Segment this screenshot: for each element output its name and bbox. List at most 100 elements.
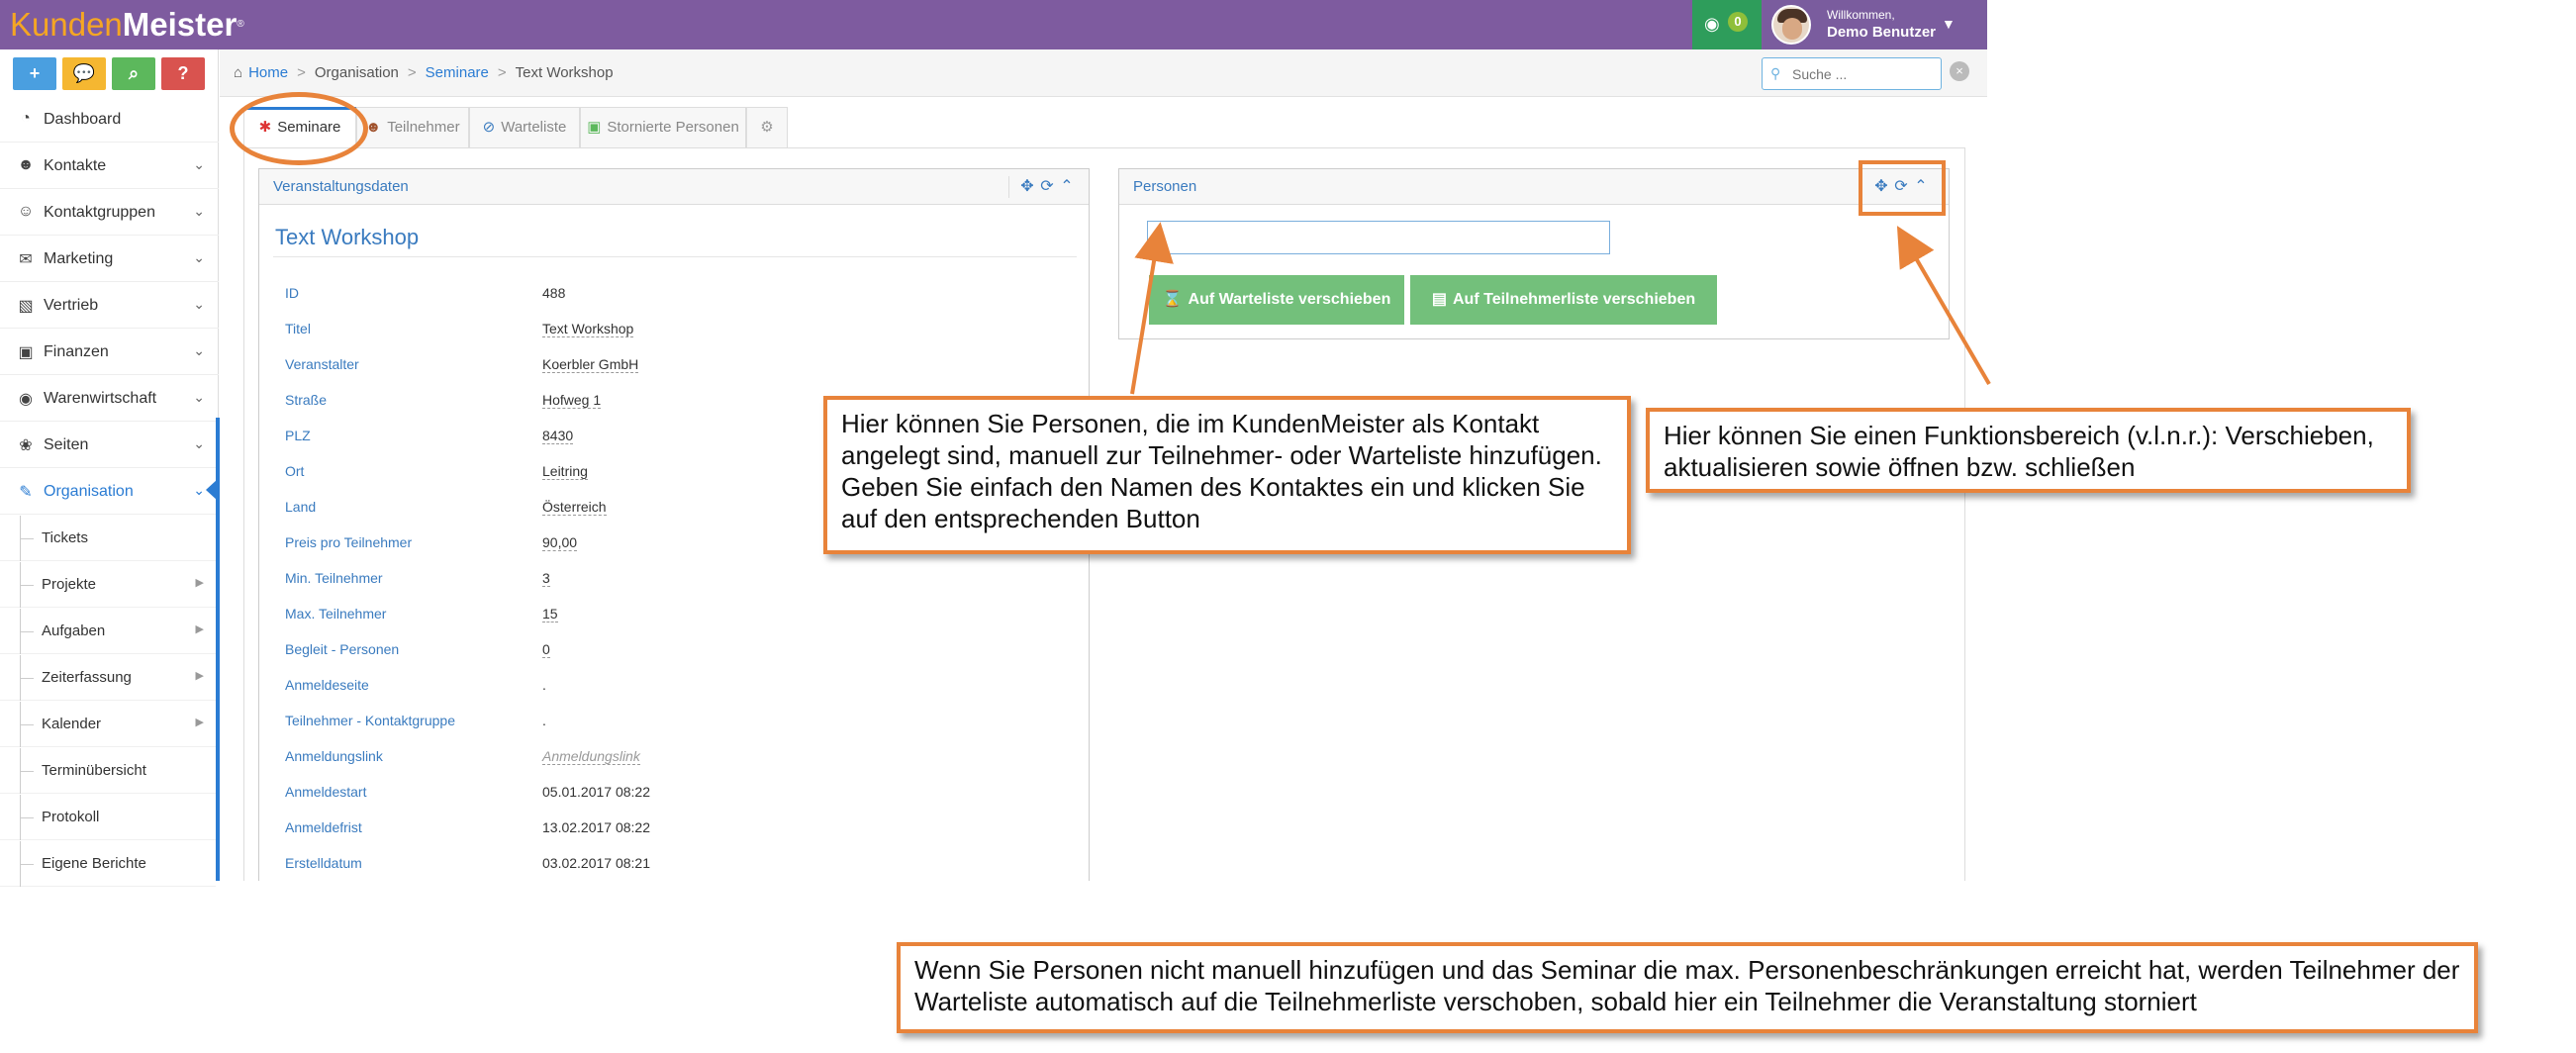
tab-warteliste[interactable]: ⊘ Warteliste: [469, 107, 580, 148]
data-row-min-teilnehmer: Min. Teilnehmer 3: [273, 561, 1081, 597]
avatar: [1771, 5, 1811, 45]
envelope-icon: ✉: [19, 251, 33, 268]
sidebar-item-kontakte[interactable]: ☻ Kontakte ⌄: [0, 144, 219, 189]
sidebar-subitem-label: Aufgaben: [42, 622, 106, 639]
chevron-down-icon: ▼: [1942, 16, 1956, 32]
refresh-icon[interactable]: ⟳: [1037, 176, 1057, 196]
quick-search-button[interactable]: ⌕: [112, 57, 155, 90]
sidebar-item-organisation[interactable]: ✎ Organisation ⌄: [0, 469, 219, 515]
search-input[interactable]: [1790, 63, 1935, 85]
data-row-kontaktgruppe: Teilnehmer - Kontaktgruppe.: [273, 704, 1081, 739]
breadcrumb-separator: >: [297, 64, 306, 81]
sidebar-subitem-tickets[interactable]: Tickets: [0, 516, 216, 561]
gear-icon: ⚙: [760, 119, 774, 136]
breadcrumb-seminare[interactable]: Seminare: [426, 64, 489, 81]
sidebar-subitem-aufgaben[interactable]: Aufgaben ▶: [0, 609, 216, 654]
row-value[interactable]: .: [542, 713, 546, 728]
data-row-anmeldestart: Anmeldestart 05.01.2017 08:22: [273, 775, 1081, 811]
top-bar: KundenMeister® ◉ 0 Willkommen, Demo Benu…: [0, 0, 1987, 49]
sidebar-item-finanzen[interactable]: ▣ Finanzen ⌄: [0, 330, 219, 375]
move-to-participants-button[interactable]: ▤ Auf Teilnehmerliste verschieben: [1410, 275, 1717, 325]
row-label: Veranstalter: [285, 356, 359, 372]
sidebar-item-label: Dashboard: [44, 111, 122, 128]
data-row-anmeldeseite: Anmeldeseite.: [273, 668, 1081, 704]
sidebar-subitem-label: Eigene Berichte: [42, 855, 146, 872]
row-value[interactable]: 3: [542, 570, 550, 587]
logo-text-kunden: Kunden: [10, 6, 123, 43]
widget-header: Personen ✥ ⟳ ⌃: [1119, 169, 1949, 205]
row-label: ID: [285, 285, 299, 301]
sidebar-subitem-label: Zeiterfassung: [42, 669, 132, 686]
sidebar-subitem-label: Tickets: [42, 529, 88, 546]
row-value[interactable]: Leitring: [542, 463, 588, 480]
sidebar: + 💬 ⌕ ? ◔ Dashboard ☻ Kontakte ⌄ ☺ Konta…: [0, 49, 219, 887]
sidebar-active-pointer: [206, 479, 218, 501]
row-value[interactable]: 15: [542, 606, 558, 622]
collapse-icon[interactable]: ⌃: [1057, 176, 1077, 196]
sidebar-item-kontaktgruppen[interactable]: ☺ Kontaktgruppen ⌄: [0, 190, 219, 236]
sidebar-subitem-label: Protokoll: [42, 809, 100, 825]
sidebar-subitem-projekte[interactable]: Projekte ▶: [0, 562, 216, 608]
breadcrumb-home[interactable]: Home: [248, 64, 288, 81]
row-value[interactable]: 8430: [542, 428, 574, 444]
tab-teilnehmer[interactable]: ☻ Teilnehmer: [356, 107, 469, 148]
sidebar-item-label: Kontakte: [44, 157, 107, 174]
messages-button[interactable]: ◉ 0: [1692, 0, 1762, 49]
tab-stornierte-personen[interactable]: ▣ Stornierte Personen: [580, 107, 746, 148]
globe-icon: ◉: [19, 391, 33, 408]
row-value[interactable]: Österreich: [542, 499, 607, 516]
widget-header: Veranstaltungsdaten ✥ ⟳ ⌃: [259, 169, 1089, 205]
user-icon: ☻: [17, 156, 35, 173]
row-value[interactable]: 0: [542, 641, 550, 658]
sidebar-subitem-eigene-berichte[interactable]: Eigene Berichte: [0, 841, 216, 887]
sidebar-subitem-zeiterfassung[interactable]: Zeiterfassung ▶: [0, 655, 216, 701]
row-value[interactable]: Text Workshop: [542, 321, 634, 337]
quick-add-button[interactable]: +: [13, 57, 56, 90]
sidebar-item-vertrieb[interactable]: ▧ Vertrieb ⌄: [0, 283, 219, 329]
data-row-max-teilnehmer: Max. Teilnehmer 15: [273, 597, 1081, 632]
row-value[interactable]: 05.01.2017 08:22: [542, 784, 650, 800]
logo-text-meister: Meister: [122, 6, 238, 43]
tab-settings[interactable]: ⚙: [746, 107, 788, 148]
move-icon[interactable]: ✥: [1017, 176, 1037, 196]
logo-registered-mark: ®: [237, 19, 244, 30]
person-search-input[interactable]: [1147, 221, 1610, 254]
move-to-waitlist-button[interactable]: ⌛ Auf Warteliste verschieben: [1149, 275, 1404, 325]
data-row-veranstalter: Veranstalter Koerbler GmbH: [273, 347, 1081, 383]
money-icon: ▣: [18, 344, 34, 361]
sidebar-item-warenwirtschaft[interactable]: ◉ Warenwirtschaft ⌄: [0, 376, 219, 422]
row-value[interactable]: .: [542, 677, 546, 693]
search-box[interactable]: ⚲: [1762, 57, 1942, 90]
row-value: 488: [542, 285, 566, 301]
sidebar-item-marketing[interactable]: ✉ Marketing ⌄: [0, 237, 219, 282]
sidebar-item-dashboard[interactable]: ◔ Dashboard: [0, 97, 219, 143]
data-row-begleit-personen: Begleit - Personen 0: [273, 632, 1081, 668]
app-logo[interactable]: KundenMeister®: [10, 6, 244, 44]
sidebar-subitem-protokoll[interactable]: Protokoll: [0, 795, 216, 840]
sidebar-subitem-terminuebersicht[interactable]: Terminübersicht: [0, 748, 216, 794]
row-label: Land: [285, 499, 317, 515]
bar-chart-icon: ▧: [18, 298, 34, 315]
sidebar-item-seiten[interactable]: ❀ Seiten ⌄: [0, 423, 219, 468]
row-value[interactable]: Koerbler GmbH: [542, 356, 639, 373]
row-label: Anmeldefrist: [285, 819, 362, 835]
user-menu[interactable]: Willkommen, Demo Benutzer ▼: [1764, 0, 1987, 49]
widget-title: Veranstaltungsdaten: [273, 178, 409, 195]
hourglass-icon: ⌛: [1162, 291, 1183, 308]
row-value[interactable]: 13.02.2017 08:22: [542, 819, 650, 835]
persons-widget: Personen ✥ ⟳ ⌃ ⌛ Auf Warteliste verschieben…: [1118, 168, 1950, 339]
quick-help-button[interactable]: ?: [161, 57, 205, 90]
row-value[interactable]: Anmeldungslink: [542, 748, 640, 765]
breadcrumb-separator: >: [497, 64, 507, 81]
ban-icon: ⊘: [482, 119, 496, 136]
quick-message-button[interactable]: 💬: [62, 57, 106, 90]
row-value[interactable]: Hofweg 1: [542, 392, 602, 409]
book-icon: ▤: [1431, 291, 1447, 308]
row-label: Min. Teilnehmer: [285, 570, 383, 586]
sidebar-subitem-kalender[interactable]: Kalender ▶: [0, 702, 216, 747]
chevron-down-icon: ⌄: [193, 435, 205, 451]
button-label: Auf Warteliste verschieben: [1188, 291, 1391, 308]
row-value[interactable]: 90,00: [542, 534, 578, 551]
clear-search-icon[interactable]: ×: [1950, 61, 1969, 81]
seminar-title: Text Workshop: [275, 225, 420, 249]
